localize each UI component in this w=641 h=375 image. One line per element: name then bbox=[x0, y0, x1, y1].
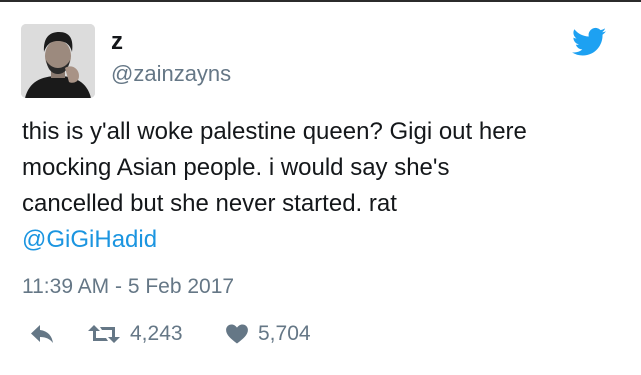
tweet-timestamp[interactable]: 11:39 AM - 5 Feb 2017 bbox=[22, 273, 234, 301]
reply-button[interactable] bbox=[30, 318, 54, 350]
retweet-icon bbox=[88, 325, 120, 343]
tweet-line: mocking Asian people. i would say she's bbox=[22, 154, 450, 181]
retweet-count: 4,243 bbox=[130, 322, 183, 345]
like-button[interactable]: 5,704 bbox=[226, 318, 311, 350]
tweet-actions: 4,243 5,704 bbox=[0, 318, 641, 350]
retweet-button[interactable]: 4,243 bbox=[88, 318, 183, 350]
heart-icon bbox=[226, 324, 248, 344]
tweet-line: this is y'all woke palestine queen? Gigi… bbox=[22, 118, 527, 145]
tweet-text: this is y'all woke palestine queen? Gigi… bbox=[22, 114, 622, 258]
top-divider bbox=[0, 0, 641, 2]
user-name[interactable]: z bbox=[111, 28, 123, 56]
profile-photo bbox=[21, 24, 95, 98]
like-count: 5,704 bbox=[258, 322, 311, 345]
user-handle[interactable]: @zainzayns bbox=[111, 60, 231, 88]
tweet-line: cancelled but she never started. rat bbox=[22, 190, 397, 217]
reply-icon bbox=[31, 325, 53, 343]
mention-link[interactable]: @GiGiHadid bbox=[22, 222, 622, 258]
avatar[interactable] bbox=[21, 24, 95, 98]
twitter-bird-icon[interactable] bbox=[572, 27, 606, 57]
